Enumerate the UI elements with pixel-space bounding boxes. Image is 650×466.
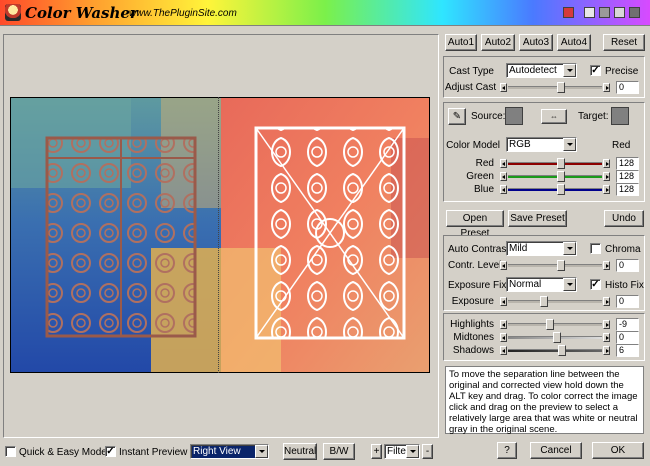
precise-label: Precise (605, 66, 639, 77)
filter-plus-button[interactable]: + (371, 444, 382, 459)
view-select[interactable]: Right View (190, 444, 269, 459)
neutral-button[interactable]: Neutral (283, 443, 317, 460)
undo-button[interactable]: Undo (604, 210, 644, 227)
eyedropper-icon[interactable]: ✎ (448, 108, 466, 125)
separation-line[interactable] (218, 97, 219, 373)
chroma-label: Chroma (605, 244, 641, 255)
instant-preview-checkbox[interactable]: ✓ (105, 446, 116, 457)
highlights-label: Highlights (450, 319, 494, 330)
swap-arrows-icon[interactable]: ⇔ (541, 109, 567, 124)
cancel-button[interactable]: Cancel (530, 442, 582, 459)
help-button[interactable]: ? (497, 442, 517, 459)
save-preset-button[interactable]: Save Preset (508, 210, 567, 227)
chevron-down-icon (563, 278, 576, 291)
settings-icon[interactable] (599, 7, 610, 18)
help-text: To move the separation line between the … (445, 366, 644, 435)
app-title: Color Washer (25, 4, 138, 22)
shadows-field[interactable]: 6 (616, 344, 639, 357)
chevron-down-icon (255, 445, 268, 458)
auto-contrast-label: Auto Contrast (448, 244, 510, 255)
auto-contrast-select[interactable]: Mild (506, 241, 577, 256)
shadows-label: Shadows (452, 345, 494, 356)
source-swatch[interactable] (505, 107, 523, 125)
chevron-down-icon (563, 64, 576, 77)
red-label: Red (475, 158, 494, 169)
target-swatch[interactable] (611, 107, 629, 125)
auto1-button[interactable]: Auto1 (445, 34, 477, 51)
channel-label: Red (612, 140, 631, 151)
title-bar: Color Washer www.ThePluginSite.com (0, 0, 650, 26)
exposure-slider[interactable] (500, 296, 610, 307)
preview-image[interactable] (10, 97, 430, 373)
contrast-level-field[interactable]: 0 (616, 259, 639, 272)
blue-field[interactable]: 128 (616, 183, 639, 196)
cast-type-select[interactable]: Autodetect (506, 63, 577, 78)
exposure-field[interactable]: 0 (616, 295, 639, 308)
chroma-checkbox[interactable] (590, 243, 601, 254)
bw-button[interactable]: B/W (323, 443, 355, 460)
color-model-label: Color Model (446, 140, 500, 151)
ok-button[interactable]: OK (592, 442, 644, 459)
auto2-button[interactable]: Auto2 (481, 34, 515, 51)
quick-easy-label: Quick & Easy Mode (19, 447, 107, 458)
quick-easy-checkbox[interactable] (5, 446, 16, 457)
red-field[interactable]: 128 (616, 157, 639, 170)
exposure-fix-select[interactable]: Normal (506, 277, 577, 292)
blue-slider[interactable] (500, 184, 610, 195)
highlights-slider[interactable] (500, 319, 610, 330)
target-label: Target: (578, 111, 609, 122)
open-preset-button[interactable]: Open Preset (446, 210, 504, 239)
adjust-cast-slider[interactable] (500, 82, 610, 93)
language-flag-icon[interactable] (563, 7, 574, 18)
contrast-level-label: Contr. Level (448, 260, 502, 271)
cast-type-label: Cast Type (449, 66, 494, 77)
filter-minus-button[interactable]: - (422, 444, 433, 459)
adjust-cast-label: Adjust Cast (445, 82, 497, 93)
red-slider[interactable] (500, 158, 610, 169)
histo-fix-label: Histo Fix (605, 280, 644, 291)
minimize-icon[interactable] (584, 7, 595, 18)
app-url-link[interactable]: www.ThePluginSite.com (129, 8, 237, 19)
contrast-level-slider[interactable] (500, 260, 610, 271)
auto3-button[interactable]: Auto3 (519, 34, 553, 51)
highlights-field[interactable]: -9 (616, 318, 639, 331)
exposure-fix-label: Exposure Fix (448, 280, 507, 291)
green-slider[interactable] (500, 171, 610, 182)
shadows-slider[interactable] (500, 345, 610, 356)
maximize-icon[interactable] (629, 7, 640, 18)
filter-select[interactable]: Filter (384, 444, 420, 459)
auto4-button[interactable]: Auto4 (557, 34, 591, 51)
midtones-label: Midtones (453, 332, 494, 343)
blue-label: Blue (473, 184, 494, 195)
app-logo-icon (5, 4, 21, 21)
chevron-down-icon (563, 138, 576, 151)
histo-fix-checkbox[interactable]: ✓ (590, 279, 601, 290)
midtones-field[interactable]: 0 (616, 331, 639, 344)
reset-button[interactable]: Reset (603, 34, 645, 51)
source-label: Source: (471, 111, 506, 122)
wrought-iron-gate-image (11, 98, 429, 372)
green-label: Green (466, 171, 494, 182)
chevron-down-icon (563, 242, 576, 255)
exposure-label: Exposure (451, 296, 494, 307)
precise-checkbox[interactable]: ✓ (590, 65, 601, 76)
chevron-down-icon (406, 445, 419, 458)
midtones-slider[interactable] (500, 332, 610, 343)
color-model-select[interactable]: RGB (506, 137, 577, 152)
instant-preview-label: Instant Preview (119, 447, 188, 458)
green-field[interactable]: 128 (616, 170, 639, 183)
restore-icon[interactable] (614, 7, 625, 18)
adjust-cast-field[interactable]: 0 (616, 81, 639, 94)
